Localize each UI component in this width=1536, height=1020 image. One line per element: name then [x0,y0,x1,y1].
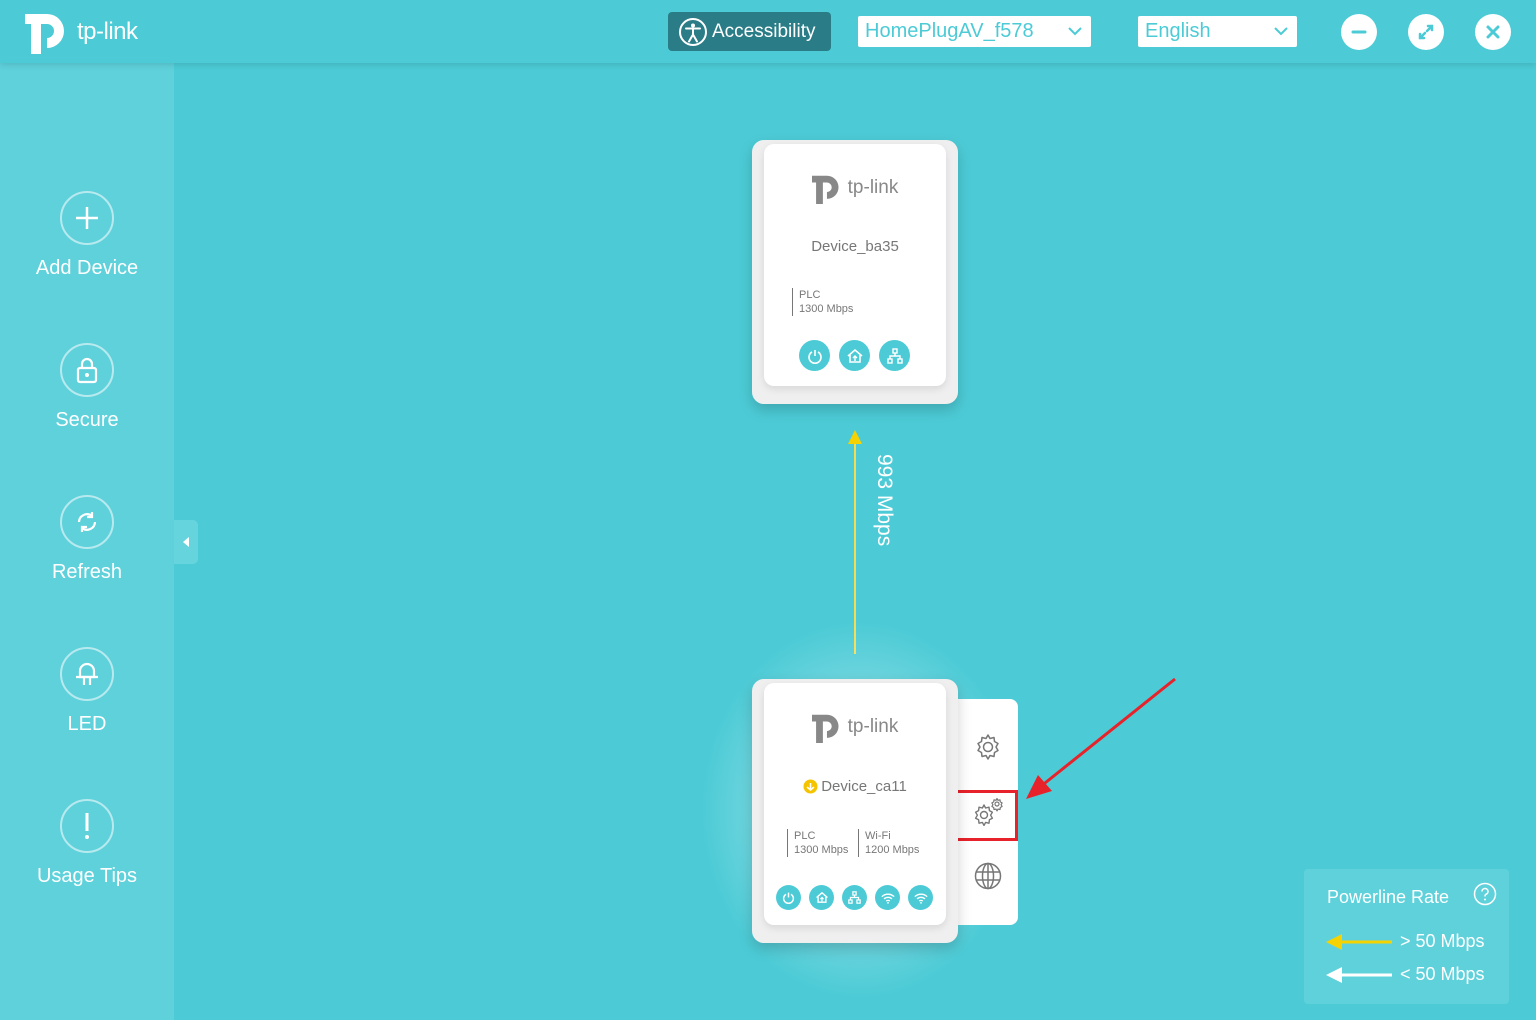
arrow-up-icon [848,430,862,444]
tp-link-logo: tp-link [25,10,138,54]
plus-icon [60,191,114,245]
help-icon[interactable] [1473,882,1497,906]
wifi-icon[interactable] [875,885,900,910]
refresh-icon [60,495,114,549]
device-card-body[interactable]: tp-link Device_ba35 PLC 1300 Mbps [764,144,946,386]
sidebar-item-label: Secure [55,409,119,431]
power-icon[interactable] [776,885,801,910]
network-select-value: HomePlugAV_f578 [865,20,1034,42]
sidebar: Add Device Secure Refresh LED Usage Tips [0,63,174,1020]
tp-link-logo-mark [811,175,839,204]
sidebar-item-usage-tips[interactable]: Usage Tips [0,799,174,888]
stat-value: 1200 Mbps [865,844,920,856]
close-button[interactable] [1475,14,1511,50]
settings-button[interactable] [968,727,1008,767]
internet-button[interactable] [968,856,1008,896]
powerline-rate-legend: Powerline Rate > 50 Mbps < 50 Mbps [1304,869,1509,1004]
accessibility-label: Accessibility [712,20,816,42]
legend-title: Powerline Rate [1327,887,1450,907]
gear-icon [977,734,999,760]
device-name-row: Device_ca11 [764,778,946,795]
link-rate-label: 993 Mbps [873,454,896,547]
logo-text: tp-link [77,18,138,45]
wifi-stat: Wi-Fi 1200 Mbps [858,829,919,857]
sidebar-item-label: Usage Tips [36,865,138,887]
arrow-left-icon [1326,966,1392,983]
device-icon-row [776,885,933,910]
tp-link-logo: tp-link [764,711,946,743]
accessibility-icon [679,17,707,46]
legend-label: < 50 Mbps [1400,964,1485,984]
arrow-left-icon [1326,933,1392,950]
sidebar-item-label: Refresh [51,561,123,583]
sidebar-item-led[interactable]: LED [0,647,174,736]
home-icon[interactable] [809,885,834,910]
home-icon[interactable] [839,340,870,371]
legend-item-fast: > 50 Mbps [1326,931,1485,952]
language-select-value: English [1145,20,1211,42]
globe-icon [974,862,1002,890]
tp-link-logo-mark [811,714,839,743]
highlight-box [954,790,1018,841]
tp-link-logo: tp-link [764,172,946,204]
device-card: tp-link Device_ca11 PLC 1300 Mbps Wi-Fi … [752,679,958,943]
device-card-body[interactable]: tp-link Device_ca11 PLC 1300 Mbps Wi-Fi … [764,683,946,925]
sidebar-item-label: LED [67,713,107,735]
sidebar-item-add-device[interactable]: Add Device [0,191,174,280]
device-name: Device_ca11 [821,778,907,795]
chevron-down-icon [1068,27,1082,36]
plc-stat: PLC 1300 Mbps [792,288,853,316]
power-icon[interactable] [799,340,830,371]
sidebar-item-label: Add Device [35,257,139,279]
host-device-icon [803,779,818,794]
chevron-left-icon [183,537,189,547]
network-icon[interactable] [842,885,867,910]
maximize-button[interactable] [1408,14,1444,50]
plc-stat: PLC 1300 Mbps [787,829,848,857]
lock-icon [60,343,114,397]
legend-label: > 50 Mbps [1400,931,1485,951]
stat-label: PLC [794,830,816,842]
wifi-icon[interactable] [908,885,933,910]
network-select[interactable]: HomePlugAV_f578 [858,16,1091,47]
legend-item-slow: < 50 Mbps [1326,964,1485,985]
sidebar-item-secure[interactable]: Secure [0,343,174,432]
device-icon-row [799,340,910,371]
tp-link-logo-mark [25,14,64,54]
network-icon[interactable] [879,340,910,371]
stat-label: PLC [799,289,821,301]
close-icon [1486,25,1500,39]
led-icon [60,647,114,701]
sidebar-collapse-button[interactable] [174,520,198,564]
maximize-icon [1418,24,1434,40]
accessibility-button[interactable]: Accessibility [668,12,831,51]
device-card: tp-link Device_ba35 PLC 1300 Mbps [752,140,958,404]
device-name: Device_ba35 [811,238,899,255]
logo-text: tp-link [847,716,899,737]
sidebar-item-refresh[interactable]: Refresh [0,495,174,584]
minimize-icon [1351,30,1367,34]
language-select[interactable]: English [1138,16,1297,47]
minimize-button[interactable] [1341,14,1377,50]
top-bar: tp-link Accessibility HomePlugAV_f578 En… [0,0,1536,63]
stat-value: 1300 Mbps [799,303,854,315]
exclamation-icon [60,799,114,853]
chevron-down-icon [1274,27,1288,36]
stat-value: 1300 Mbps [794,844,849,856]
logo-text: tp-link [847,177,899,198]
annotation-arrow [1026,677,1176,799]
stat-label: Wi-Fi [865,830,891,842]
